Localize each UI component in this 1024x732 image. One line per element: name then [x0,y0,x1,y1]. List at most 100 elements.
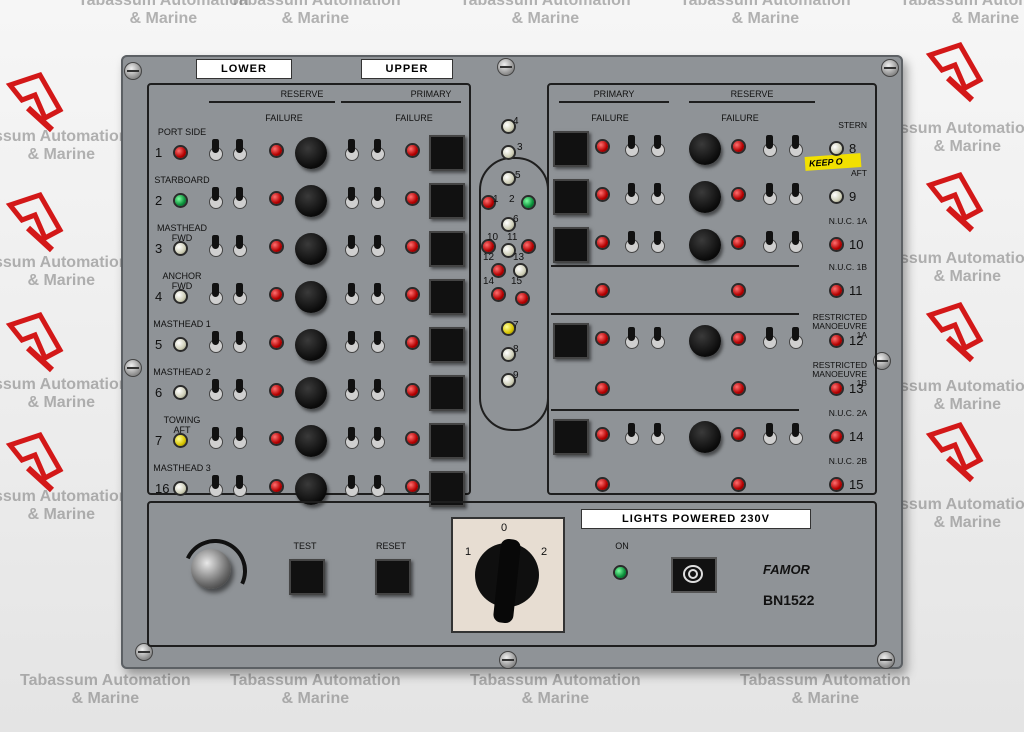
toggle-switch[interactable] [371,331,385,353]
toggle-switch[interactable] [209,187,223,209]
toggle-switch[interactable] [345,379,359,401]
toggle-switch[interactable] [371,283,385,305]
toggle-switch[interactable] [371,235,385,257]
toggle-switch[interactable] [233,379,247,401]
toggle-switch[interactable] [789,135,803,157]
selector-switch[interactable]: 0 1 2 [451,517,565,633]
toggle-switch[interactable] [233,283,247,305]
reserve-lamp-button[interactable] [689,421,721,453]
reserve-lamp-button[interactable] [295,377,327,409]
reserve-lamp-button[interactable] [689,181,721,213]
toggle-switch[interactable] [625,423,639,445]
failure-led [597,237,608,248]
primary-lamp-button[interactable] [429,423,465,459]
watermark-text: Tabassum Automation& Marine [470,672,641,707]
toggle-switch[interactable] [625,183,639,205]
watermark-text: ssum Automation & Marine [0,376,129,411]
toggle-switch[interactable] [209,283,223,305]
toggle-switch[interactable] [763,135,777,157]
toggle-switch[interactable] [651,423,665,445]
light-number: 15 [849,477,864,492]
toggle-switch[interactable] [651,183,665,205]
toggle-switch[interactable] [209,475,223,497]
primary-lamp-button[interactable] [553,323,589,359]
primary-lamp-button[interactable] [553,419,589,455]
toggle-switch[interactable] [625,327,639,349]
toggle-switch[interactable] [371,475,385,497]
reserve-lamp-button[interactable] [295,233,327,265]
upper-tab: UPPER [361,59,453,79]
toggle-switch[interactable] [345,187,359,209]
primary-lamp-button[interactable] [429,135,465,171]
indicator-led [503,147,514,158]
light-name-label: ANCHOR FWD [162,271,202,291]
toggle-switch[interactable] [371,379,385,401]
primary-lamp-button[interactable] [553,227,589,263]
toggle-switch[interactable] [789,231,803,253]
toggle-switch[interactable] [233,475,247,497]
toggle-switch[interactable] [345,139,359,161]
toggle-switch[interactable] [371,187,385,209]
toggle-switch[interactable] [789,327,803,349]
test-button[interactable] [289,559,325,595]
primary-lamp-button[interactable] [429,327,465,363]
toggle-switch[interactable] [209,379,223,401]
watermark-logo-icon [925,421,984,483]
toggle-switch[interactable] [345,427,359,449]
toggle-switch[interactable] [651,231,665,253]
toggle-switch[interactable] [233,187,247,209]
toggle-switch[interactable] [345,283,359,305]
toggle-switch[interactable] [345,235,359,257]
toggle-switch[interactable] [789,183,803,205]
toggle-switch[interactable] [209,235,223,257]
reserve-lamp-button[interactable] [689,133,721,165]
reserve-lamp-button[interactable] [295,137,327,169]
toggle-switch[interactable] [233,139,247,161]
failure-led [733,189,744,200]
toggle-switch[interactable] [763,423,777,445]
indicator-label: 15 [511,276,523,287]
status-led [831,431,842,442]
reserve-lamp-button[interactable] [689,325,721,357]
toggle-switch[interactable] [651,135,665,157]
toggle-switch[interactable] [233,331,247,353]
primary-lamp-button[interactable] [429,375,465,411]
toggle-switch[interactable] [625,231,639,253]
toggle-switch[interactable] [209,331,223,353]
primary-lamp-button[interactable] [429,183,465,219]
watermark-text: Tabassum Automation& Marine [20,672,191,707]
primary-lamp-button[interactable] [553,179,589,215]
reserve-lamp-button[interactable] [295,281,327,313]
toggle-switch[interactable] [345,331,359,353]
primary-lamp-button[interactable] [429,231,465,267]
toggle-switch[interactable] [233,427,247,449]
toggle-switch[interactable] [371,427,385,449]
reserve-lamp-button[interactable] [295,185,327,217]
reserve-lamp-button[interactable] [689,229,721,261]
screw-icon [124,62,142,80]
toggle-switch[interactable] [763,327,777,349]
toggle-switch[interactable] [233,235,247,257]
toggle-switch[interactable] [345,475,359,497]
watermark-logo-icon [925,301,984,363]
status-led [175,483,186,494]
failure-led [733,479,744,490]
light-number: 7 [155,433,163,448]
indicator-led [493,265,504,276]
light-name-label: MASTHEAD 2 [153,367,211,377]
toggle-switch[interactable] [763,183,777,205]
toggle-switch[interactable] [209,139,223,161]
toggle-switch[interactable] [371,139,385,161]
toggle-switch[interactable] [625,135,639,157]
primary-lamp-button[interactable] [553,131,589,167]
toggle-switch[interactable] [789,423,803,445]
reset-button[interactable] [375,559,411,595]
toggle-switch[interactable] [209,427,223,449]
primary-lamp-button[interactable] [429,279,465,315]
reserve-lamp-button[interactable] [295,329,327,361]
toggle-switch[interactable] [651,327,665,349]
selector-pos-1: 1 [465,546,472,558]
indicator-led [515,265,526,276]
toggle-switch[interactable] [763,231,777,253]
reserve-lamp-button[interactable] [295,425,327,457]
